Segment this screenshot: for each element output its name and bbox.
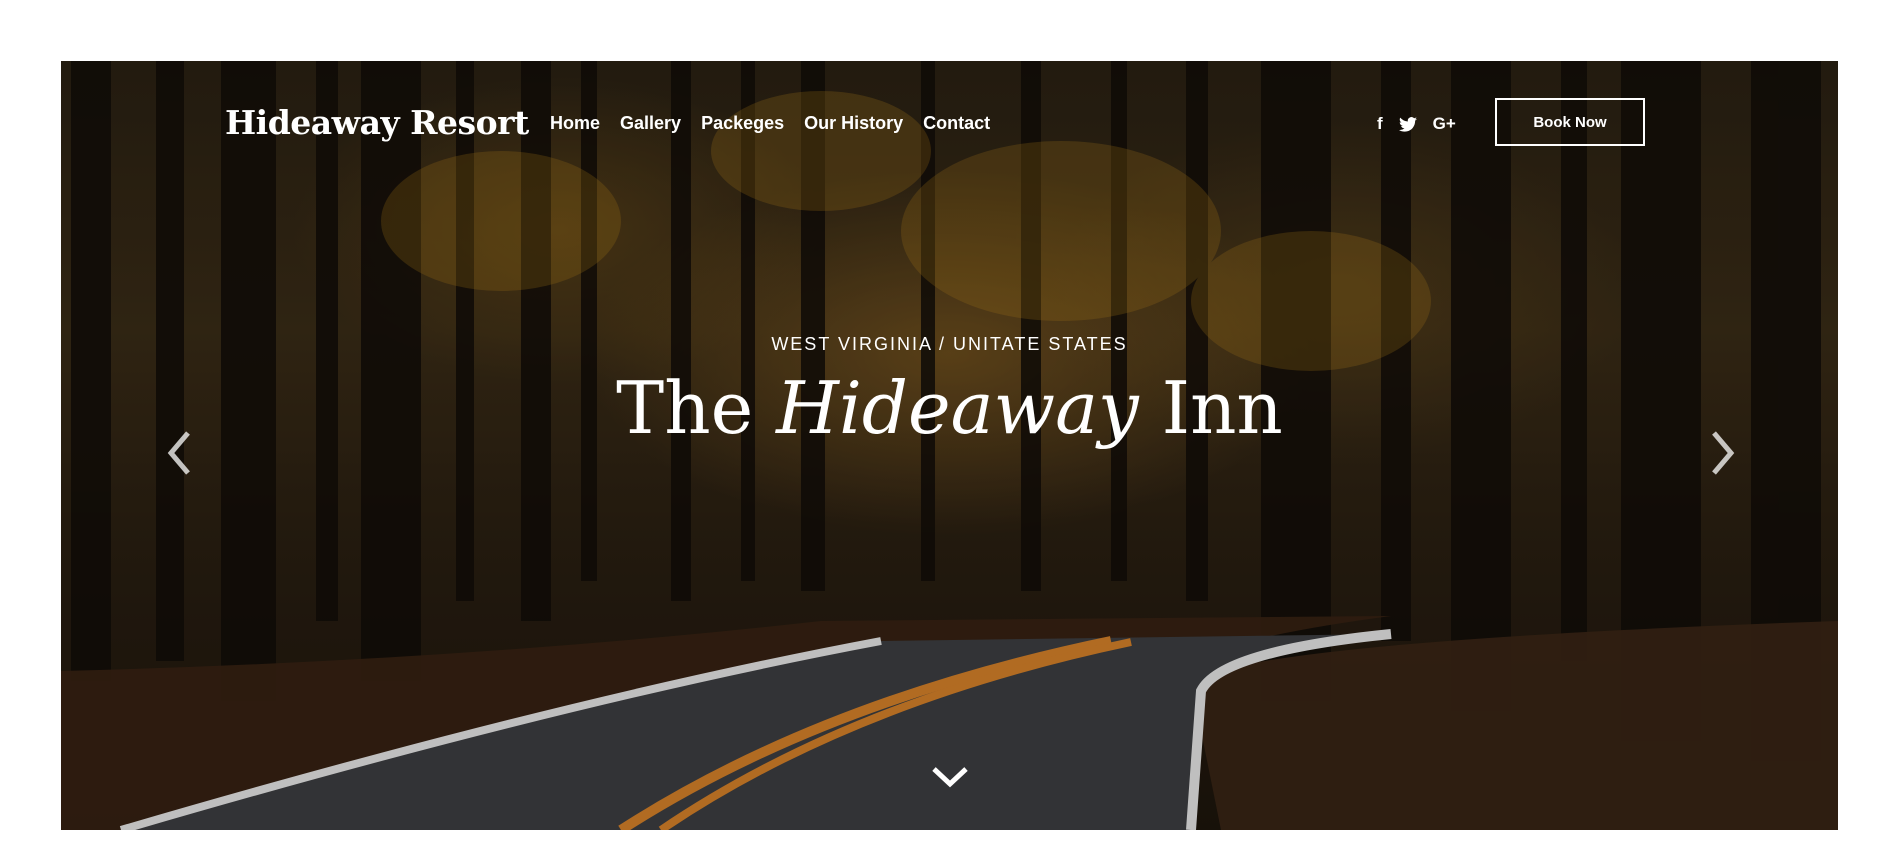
hero-title-em: Hideaway: [776, 366, 1139, 450]
chevron-right-icon: [1712, 431, 1735, 475]
nav-gallery[interactable]: Gallery: [620, 113, 681, 134]
chevron-down-icon: [932, 767, 968, 788]
nav-home[interactable]: Home: [550, 113, 600, 134]
chevron-left-icon: [167, 431, 190, 475]
hero-slider: Hideaway Resort Home Gallery Packeges Ou…: [61, 61, 1838, 830]
slider-next-button[interactable]: [1703, 423, 1743, 483]
main-nav: Home Gallery Packeges Our History Contac…: [550, 113, 1010, 134]
twitter-icon[interactable]: [1398, 113, 1417, 135]
scroll-down-button[interactable]: [928, 761, 972, 791]
site-logo[interactable]: Hideaway Resort: [225, 103, 529, 142]
slider-prev-button[interactable]: [159, 423, 199, 483]
nav-packages[interactable]: Packeges: [701, 113, 784, 134]
google-plus-icon[interactable]: G+: [1433, 113, 1456, 135]
hero-title: The Hideaway Inn: [61, 366, 1838, 450]
social-links: f G+: [1377, 113, 1472, 135]
hero-title-post: Inn: [1138, 366, 1283, 450]
hero-location: WEST VIRGINIA / UNITATE STATES: [771, 334, 1128, 354]
nav-contact[interactable]: Contact: [923, 113, 990, 134]
book-now-button[interactable]: Book Now: [1495, 98, 1645, 146]
hero-title-pre: The: [616, 366, 777, 450]
facebook-icon[interactable]: f: [1377, 113, 1383, 135]
nav-our-history[interactable]: Our History: [804, 113, 903, 134]
